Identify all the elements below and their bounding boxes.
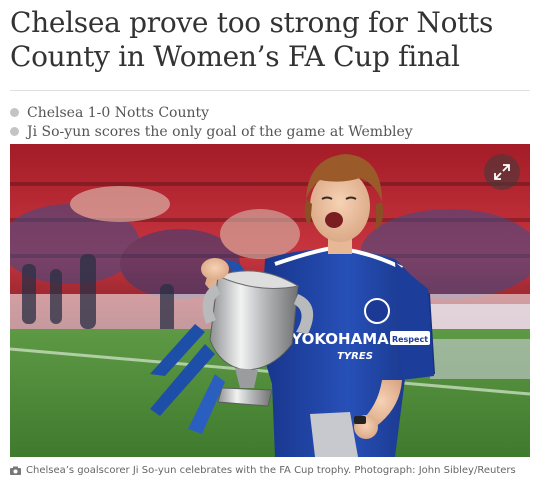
bullet-icon: [10, 108, 19, 117]
standfirst-text: Chelsea 1-0 Notts County: [27, 104, 210, 121]
standfirst-item: Chelsea 1-0 Notts County: [10, 103, 530, 122]
caption-text: Chelsea’s goalscorer Ji So-yun celebrate…: [26, 464, 516, 476]
standfirst-list: Chelsea 1-0 Notts County Ji So-yun score…: [10, 103, 530, 141]
headline-line-2: County in Women’s FA Cup final: [10, 40, 460, 73]
article-headline: Chelsea prove too strong for Notts Count…: [10, 6, 530, 74]
shirt-sponsor-sub: TYRES: [337, 351, 373, 362]
expand-arrows-icon: [494, 164, 510, 180]
main-photo[interactable]: Respect YOKOHAMA TYRES: [10, 144, 530, 457]
bullet-icon: [10, 127, 19, 136]
headline-divider: [10, 90, 530, 91]
camera-icon: [10, 466, 21, 475]
photo-caption: Chelsea’s goalscorer Ji So-yun celebrate…: [10, 462, 530, 478]
standfirst-item: Ji So-yun scores the only goal of the ga…: [10, 122, 530, 141]
expand-photo-button[interactable]: [484, 154, 520, 190]
standfirst-text: Ji So-yun scores the only goal of the ga…: [27, 123, 413, 140]
headline-line-1: Chelsea prove too strong for Notts: [10, 6, 494, 39]
photo-illustration: Respect YOKOHAMA TYRES: [10, 144, 530, 457]
sleeve-badge: Respect: [392, 335, 428, 344]
